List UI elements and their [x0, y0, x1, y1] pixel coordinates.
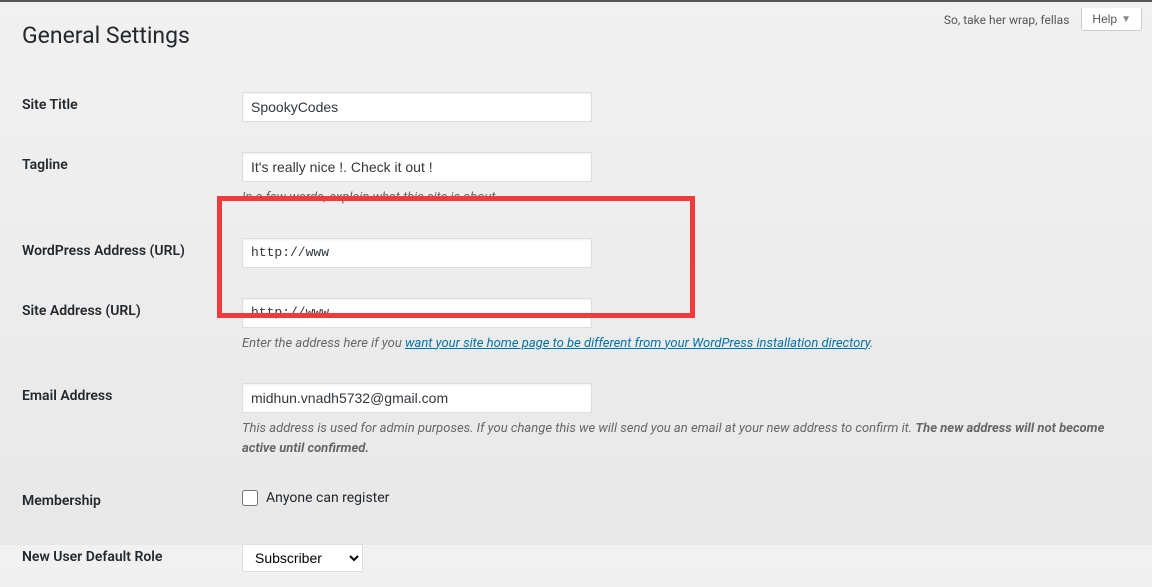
site-url-input[interactable]	[242, 298, 592, 328]
toast-text: So, take her wrap, fellas	[944, 13, 1069, 27]
membership-label: Membership	[22, 473, 242, 529]
help-label: Help	[1092, 12, 1117, 26]
tagline-description: In a few words, explain what this site i…	[242, 188, 1132, 208]
tagline-label: Tagline	[22, 137, 242, 223]
header-right: So, take her wrap, fellas Help ▼	[944, 8, 1142, 31]
email-description: This address is used for admin purposes.…	[242, 419, 1132, 458]
email-label: Email Address	[22, 368, 242, 473]
top-border	[0, 0, 1152, 2]
site-url-label: Site Address (URL)	[22, 283, 242, 369]
wp-url-input[interactable]	[242, 238, 592, 268]
site-url-desc-suffix: .	[870, 336, 873, 351]
settings-form: Site Title Tagline In a few words, expla…	[22, 77, 1132, 587]
tagline-input[interactable]	[242, 152, 592, 182]
default-role-select[interactable]: Subscriber	[242, 544, 363, 572]
email-input[interactable]	[242, 383, 592, 413]
site-title-label: Site Title	[22, 77, 242, 137]
site-title-input[interactable]	[242, 92, 592, 122]
default-role-label: New User Default Role	[22, 529, 242, 587]
help-button[interactable]: Help ▼	[1081, 8, 1142, 31]
membership-checkbox-label[interactable]: Anyone can register	[242, 490, 1132, 506]
chevron-down-icon: ▼	[1121, 14, 1131, 25]
site-url-desc-prefix: Enter the address here if you	[242, 336, 405, 351]
site-url-desc-link[interactable]: want your site home page to be different…	[405, 336, 870, 351]
membership-checkbox-text: Anyone can register	[266, 490, 389, 506]
membership-checkbox[interactable]	[242, 490, 258, 506]
wp-url-label: WordPress Address (URL)	[22, 223, 242, 283]
main-content: General Settings Site Title Tagline In a…	[0, 0, 1152, 587]
email-desc-text: This address is used for admin purposes.…	[242, 421, 915, 436]
site-url-description: Enter the address here if you want your …	[242, 334, 1132, 354]
